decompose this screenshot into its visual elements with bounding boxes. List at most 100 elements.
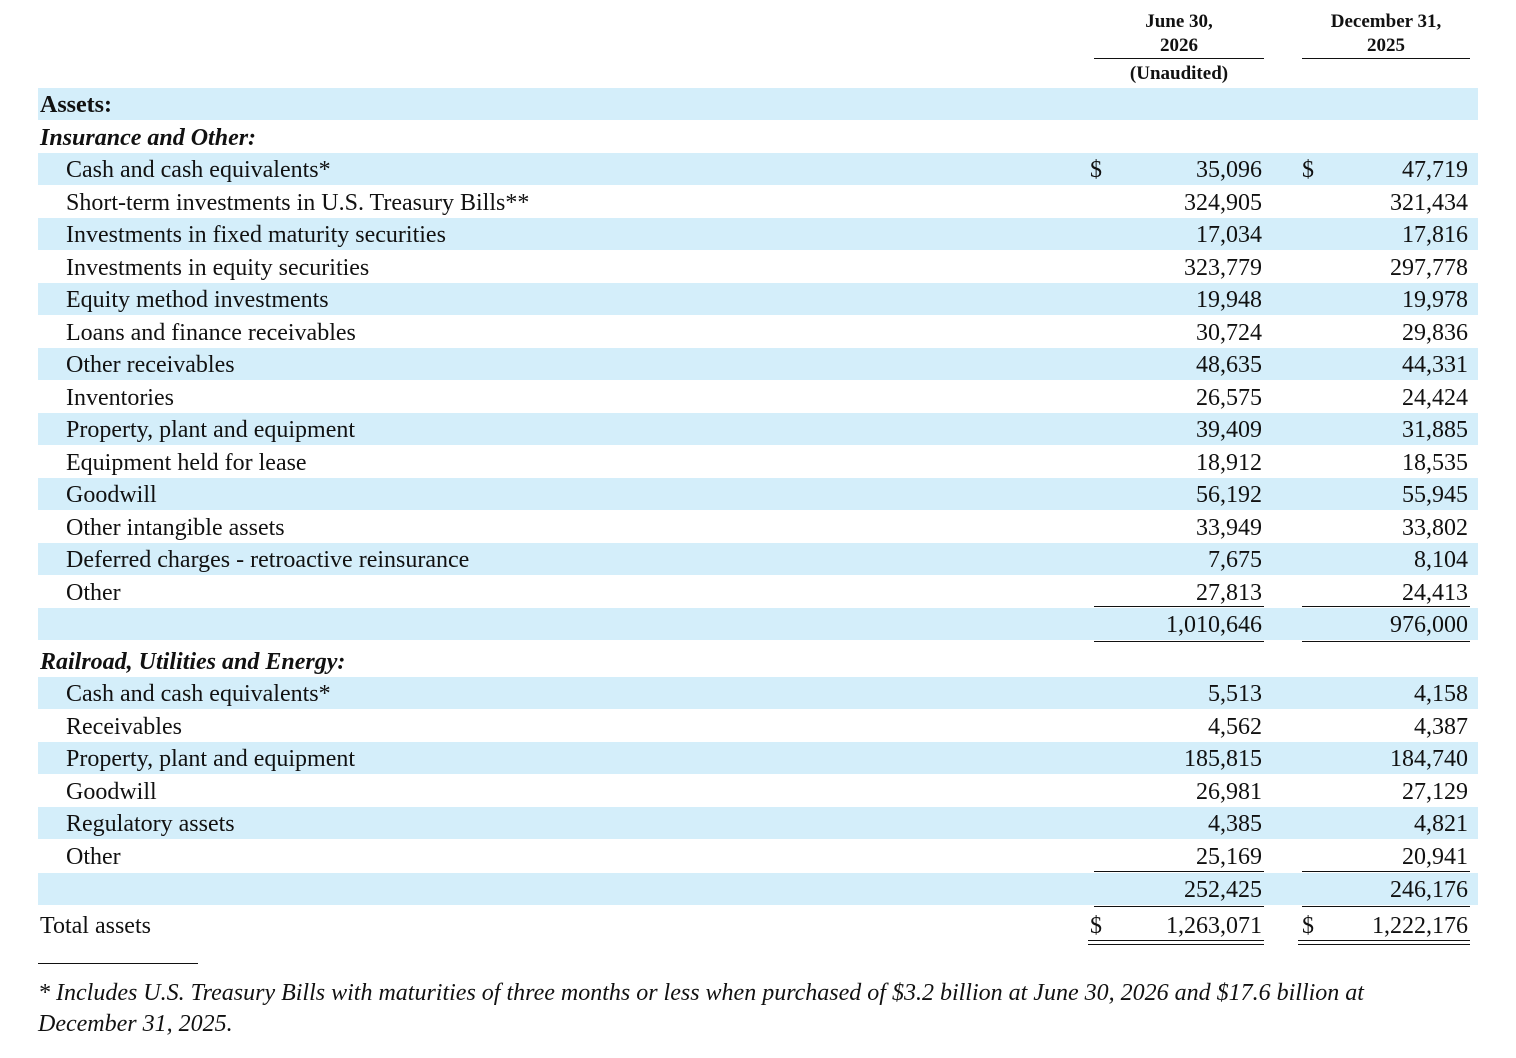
value-2026: 4,562	[1208, 714, 1262, 740]
row-label: Investments in fixed maturity securities	[66, 222, 446, 248]
row-label: Loans and finance receivables	[66, 320, 356, 346]
value-2026: 19,948	[1196, 287, 1262, 313]
balance-sheet: June 30, 2026 (Unaudited) December 31, 2…	[0, 0, 1516, 1058]
table-row: Property, plant and equipment 39,409 31,…	[38, 413, 1478, 445]
assets-heading: Assets:	[40, 92, 112, 118]
section-title-insurance: Insurance and Other:	[40, 125, 257, 151]
row-label: Equity method investments	[66, 287, 329, 313]
column-header-date: December 31,	[1330, 11, 1442, 32]
subtotal-2026: 1,010,646	[1166, 612, 1262, 638]
column-header-december-2025: December 31, 2025	[1302, 10, 1470, 58]
row-label: Regulatory assets	[66, 811, 235, 837]
total-label: Total assets	[40, 913, 151, 939]
total-double-underline	[1088, 940, 1264, 945]
column-header-underline	[1094, 58, 1264, 59]
footnote: * Includes U.S. Treasury Bills with matu…	[38, 980, 1364, 1037]
row-label: Equipment held for lease	[66, 450, 307, 476]
value-2026: 7,675	[1208, 547, 1262, 573]
table-row: Investments in equity securities 323,779…	[38, 251, 1478, 283]
subtotal-rule	[1094, 606, 1264, 607]
value-2026: 33,949	[1196, 515, 1262, 541]
row-label: Property, plant and equipment	[66, 417, 356, 443]
table-row: Investments in fixed maturity securities…	[38, 218, 1478, 250]
value-2025: 321,434	[1390, 190, 1468, 216]
table-row: Inventories 26,575 24,424	[38, 381, 1478, 413]
table-row: Short-term investments in U.S. Treasury …	[38, 186, 1478, 218]
assets-heading-row: Assets:	[38, 88, 1478, 120]
value-2025: 33,802	[1402, 515, 1468, 541]
table-row: Property, plant and equipment 185,815 18…	[38, 742, 1478, 774]
subtotal-underline	[1094, 906, 1264, 907]
value-2026: 35,096	[1196, 157, 1262, 183]
row-label: Other intangible assets	[66, 515, 285, 541]
value-2025: 4,158	[1414, 681, 1468, 707]
table-row: Goodwill 56,192 55,945	[38, 478, 1478, 510]
value-2025: 44,331	[1402, 352, 1468, 378]
subtotal-row: 252,425 246,176	[38, 873, 1478, 905]
value-2025: 31,885	[1402, 417, 1468, 443]
value-2025: 19,978	[1402, 287, 1468, 313]
table-row: Other 25,169 20,941	[38, 840, 1478, 872]
value-2025: 47,719	[1402, 157, 1468, 183]
table-row: Regulatory assets 4,385 4,821	[38, 807, 1478, 839]
subtotal-row: 1,010,646 976,000	[38, 608, 1478, 640]
value-2025: 18,535	[1402, 450, 1468, 476]
subtotal-rule	[1302, 606, 1470, 607]
column-header-date: June 30,	[1145, 11, 1213, 32]
value-2025: 184,740	[1390, 746, 1468, 772]
value-2026: 323,779	[1184, 255, 1262, 281]
value-2026: 26,981	[1196, 779, 1262, 805]
row-label: Cash and cash equivalents*	[66, 157, 331, 183]
row-label: Short-term investments in U.S. Treasury …	[66, 190, 530, 216]
row-label: Cash and cash equivalents*	[66, 681, 331, 707]
value-2025: 4,387	[1414, 714, 1468, 740]
value-2025: 17,816	[1402, 222, 1468, 248]
column-header-june-2026: June 30, 2026	[1094, 10, 1264, 58]
value-2025: 20,941	[1402, 844, 1468, 870]
section-title-row: Railroad, Utilities and Energy:	[38, 645, 1478, 677]
table-row: Loans and finance receivables 30,724 29,…	[38, 316, 1478, 348]
subtotal-2025: 976,000	[1390, 612, 1468, 638]
row-label: Deferred charges - retroactive reinsuran…	[66, 547, 470, 573]
row-label: Other	[66, 580, 121, 606]
column-header-year: 2026	[1160, 35, 1198, 56]
value-2026: 56,192	[1196, 482, 1262, 508]
value-2025: 55,945	[1402, 482, 1468, 508]
value-2026: 18,912	[1196, 450, 1262, 476]
value-2026: 48,635	[1196, 352, 1262, 378]
table-row: Other intangible assets 33,949 33,802	[38, 511, 1478, 543]
table-row: Goodwill 26,981 27,129	[38, 775, 1478, 807]
value-2026: 39,409	[1196, 417, 1262, 443]
row-label: Goodwill	[66, 779, 157, 805]
value-2025: 24,424	[1402, 385, 1468, 411]
value-2025: 24,413	[1402, 580, 1468, 606]
unaudited-note: (Unaudited)	[1129, 63, 1229, 84]
table-row: Cash and cash equivalents* 5,513 4,158	[38, 677, 1478, 709]
subtotal-2026: 252,425	[1184, 877, 1262, 903]
footnote-separator	[38, 963, 198, 964]
table-row: Other receivables 48,635 44,331	[38, 348, 1478, 380]
subtotal-rule	[1094, 871, 1264, 872]
value-2025: 4,821	[1414, 811, 1468, 837]
subtotal-rule	[1302, 871, 1470, 872]
subtotal-underline	[1302, 906, 1470, 907]
value-2026: 17,034	[1196, 222, 1262, 248]
row-label: Other receivables	[66, 352, 235, 378]
table-row: Deferred charges - retroactive reinsuran…	[38, 543, 1478, 575]
value-2026: 4,385	[1208, 811, 1262, 837]
subtotal-underline	[1094, 641, 1264, 642]
value-2026: 324,905	[1184, 190, 1262, 216]
total-row: Total assets $ 1,263,071 $ 1,222,176	[38, 909, 1478, 941]
section-title-railroad: Railroad, Utilities and Energy:	[40, 649, 346, 675]
subtotal-underline	[1302, 641, 1470, 642]
row-label: Goodwill	[66, 482, 157, 508]
value-2026: 185,815	[1184, 746, 1262, 772]
column-header-year: 2025	[1367, 35, 1405, 56]
value-2025: 29,836	[1402, 320, 1468, 346]
value-2026: 25,169	[1196, 844, 1262, 870]
row-label: Property, plant and equipment	[66, 746, 356, 772]
row-label: Receivables	[66, 714, 182, 740]
total-2025: 1,222,176	[1372, 913, 1468, 939]
value-2026: 27,813	[1196, 580, 1262, 606]
subtotal-2025: 246,176	[1390, 877, 1468, 903]
